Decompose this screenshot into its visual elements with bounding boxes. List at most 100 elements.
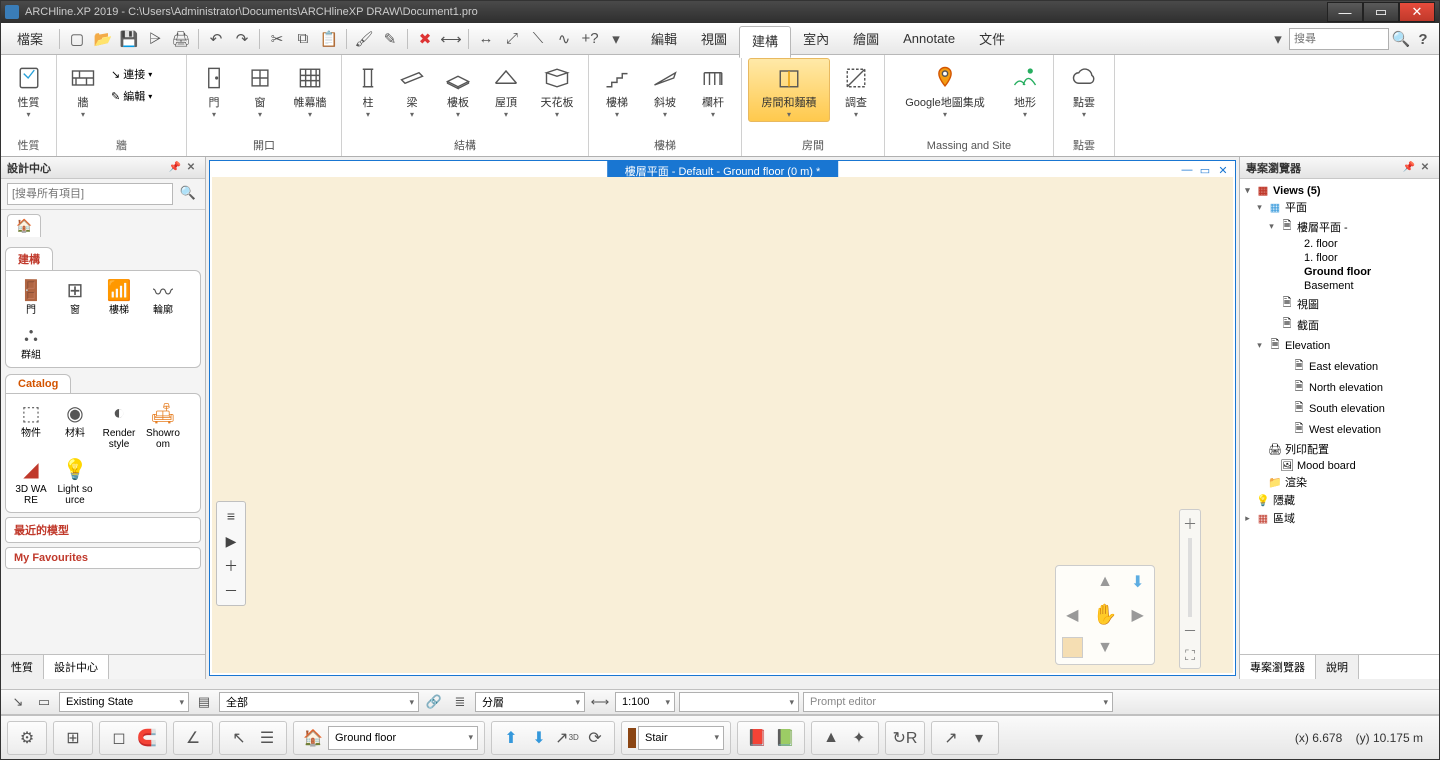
elev-e[interactable]: East elevation <box>1309 361 1378 373</box>
zoom-slider[interactable]: ＋ － ⛶ <box>1179 509 1201 669</box>
orbit-icon[interactable]: ⟳ <box>582 725 608 751</box>
print-icon[interactable]: 🖨 <box>168 26 194 52</box>
grid-icon[interactable]: ⊞ <box>60 725 86 751</box>
layerstate-combo[interactable]: Existing State <box>59 692 189 712</box>
view3d-node[interactable]: 視圖 <box>1297 296 1319 312</box>
rotate-r-icon[interactable]: ↻R <box>892 725 918 751</box>
angle-icon[interactable]: ∠ <box>180 725 206 751</box>
menu-document[interactable]: 文件 <box>967 25 1017 52</box>
floor-combo[interactable]: Ground floor <box>328 726 478 750</box>
new-icon[interactable]: ▢ <box>64 26 90 52</box>
floor-1[interactable]: 1. floor <box>1304 252 1338 264</box>
window-button[interactable]: 窗▾ <box>239 58 281 122</box>
slab-button[interactable]: 樓板▾ <box>436 58 480 122</box>
paste-icon[interactable]: 📋 <box>316 26 342 52</box>
copy-icon[interactable]: ⧉ <box>290 26 316 52</box>
nav-up-icon[interactable]: ▲ <box>1089 566 1122 599</box>
cut-icon[interactable]: ✂ <box>264 26 290 52</box>
compass-icon[interactable]: ▲ <box>818 725 844 751</box>
dim3-icon[interactable]: ⟍ <box>525 26 551 52</box>
moodboard-node[interactable]: Mood board <box>1297 460 1356 472</box>
connect-button[interactable]: ↘連接 ▾ <box>107 64 156 84</box>
printlayout-node[interactable]: 列印配置 <box>1285 441 1329 457</box>
dc-window[interactable]: ⊞窗 <box>56 277 94 316</box>
dim-icon[interactable]: ↔ <box>473 26 499 52</box>
close-pane-icon[interactable]: ✕ <box>1417 160 1433 176</box>
layergroup-combo[interactable]: 全部 <box>219 692 419 712</box>
scale-combo[interactable]: 1:100 <box>615 692 675 712</box>
elevation-node[interactable]: Elevation <box>1285 340 1330 352</box>
elev-n[interactable]: North elevation <box>1309 382 1383 394</box>
search-icon[interactable]: 🔍 <box>1391 26 1411 52</box>
maximize-button[interactable]: ▭ <box>1363 2 1399 22</box>
open-icon[interactable]: 📂 <box>90 26 116 52</box>
survey-button[interactable]: 調查▾ <box>834 58 878 122</box>
elev-s[interactable]: South elevation <box>1309 403 1385 415</box>
nav-down-icon[interactable]: ▼ <box>1089 631 1122 664</box>
chevron-down-icon[interactable]: ▾ <box>1269 26 1287 52</box>
menu-build[interactable]: 建構 <box>739 26 791 58</box>
dc-search-input[interactable] <box>7 183 173 205</box>
pointcloud-button[interactable]: 點雲▾ <box>1060 58 1108 122</box>
menu-interior[interactable]: 室內 <box>791 25 841 52</box>
delete-icon[interactable]: ✖ <box>412 26 438 52</box>
ceiling-button[interactable]: 天花板▾ <box>532 58 582 122</box>
undo-icon[interactable]: ↶ <box>203 26 229 52</box>
dc-light[interactable]: 💡Light source <box>56 456 94 506</box>
minimize-button[interactable]: — <box>1327 2 1363 22</box>
pin-icon[interactable]: 📌 <box>167 160 183 176</box>
ramp-button[interactable]: 斜坡▾ <box>643 58 687 122</box>
dropdown2-icon[interactable]: ▾ <box>966 725 992 751</box>
dc-stair[interactable]: 📶樓梯 <box>100 277 138 316</box>
arrow-icon[interactable]: ↘ <box>7 692 29 712</box>
plus-icon[interactable]: ＋ <box>220 555 242 577</box>
canvas-min-icon[interactable]: — <box>1179 163 1195 177</box>
dc-door[interactable]: 🚪門 <box>12 277 50 316</box>
layers-icon[interactable]: ▤ <box>193 692 215 712</box>
railing-button[interactable]: 欄杆▾ <box>691 58 735 122</box>
area-node[interactable]: 區域 <box>1273 510 1295 526</box>
layerstate-icon[interactable]: ▭ <box>33 692 55 712</box>
floor-2[interactable]: 2. floor <box>1304 238 1338 250</box>
curtain-button[interactable]: 帷幕牆▾ <box>285 58 335 122</box>
floorplan-sub-node[interactable]: 樓層平面 - <box>1297 219 1348 235</box>
google-button[interactable]: Google地圖集成▾ <box>891 58 999 122</box>
dc-catalog-tab[interactable]: Catalog <box>5 374 71 393</box>
brush-icon[interactable]: 🖌 <box>351 26 377 52</box>
column-button[interactable]: 柱▾ <box>348 58 388 122</box>
menu-draw[interactable]: 繪圖 <box>841 25 891 52</box>
style-combo[interactable] <box>679 692 799 712</box>
search-input[interactable] <box>1289 28 1389 50</box>
play-icon[interactable]: ▶ <box>220 530 242 552</box>
floorplan-node[interactable]: 平面 <box>1285 199 1307 215</box>
stair-combo[interactable]: Stair <box>638 726 724 750</box>
nav-home-icon[interactable] <box>1062 637 1083 658</box>
close-pane-icon[interactable]: ✕ <box>183 160 199 176</box>
dc-object[interactable]: ⬚物件 <box>12 400 50 450</box>
tab-project-browser[interactable]: 專案瀏覽器 <box>1240 655 1316 679</box>
floor-bm[interactable]: Basement <box>1304 280 1354 292</box>
close-button[interactable]: ✕ <box>1399 2 1435 22</box>
path-icon[interactable]: ↗ <box>938 725 964 751</box>
gear-icon[interactable]: ⚙ <box>14 725 40 751</box>
menu-view[interactable]: 視圖 <box>689 25 739 52</box>
dc-build-tab[interactable]: 建構 <box>5 247 53 270</box>
dc-3dware[interactable]: ◢3D WARE <box>12 456 50 506</box>
nav-left-icon[interactable]: ◀ <box>1056 599 1089 632</box>
tab-help[interactable]: 說明 <box>1316 655 1359 679</box>
tab-properties[interactable]: 性質 <box>1 655 44 679</box>
up-arrow-icon[interactable]: ⬆ <box>498 725 524 751</box>
canvas-max-icon[interactable]: ▭ <box>1197 163 1213 177</box>
link-icon[interactable]: 🔗 <box>423 692 445 712</box>
list-icon[interactable]: ≡ <box>220 505 242 527</box>
saveall-icon[interactable]: ⩥ <box>142 26 168 52</box>
stair-button[interactable]: 樓梯▾ <box>595 58 639 122</box>
dc-fav[interactable]: My Favourites <box>5 547 201 569</box>
prompt-input[interactable]: Prompt editor <box>803 692 1113 712</box>
terrain-button[interactable]: 地形▾ <box>1003 58 1047 122</box>
cursor-icon[interactable]: ↖ <box>226 725 252 751</box>
dc-recent[interactable]: 最近的模型 <box>5 517 201 543</box>
dc-render[interactable]: ◐Render style <box>100 400 138 450</box>
layer-combo[interactable]: 分層 <box>475 692 585 712</box>
magnet-icon[interactable]: 🧲 <box>134 725 160 751</box>
